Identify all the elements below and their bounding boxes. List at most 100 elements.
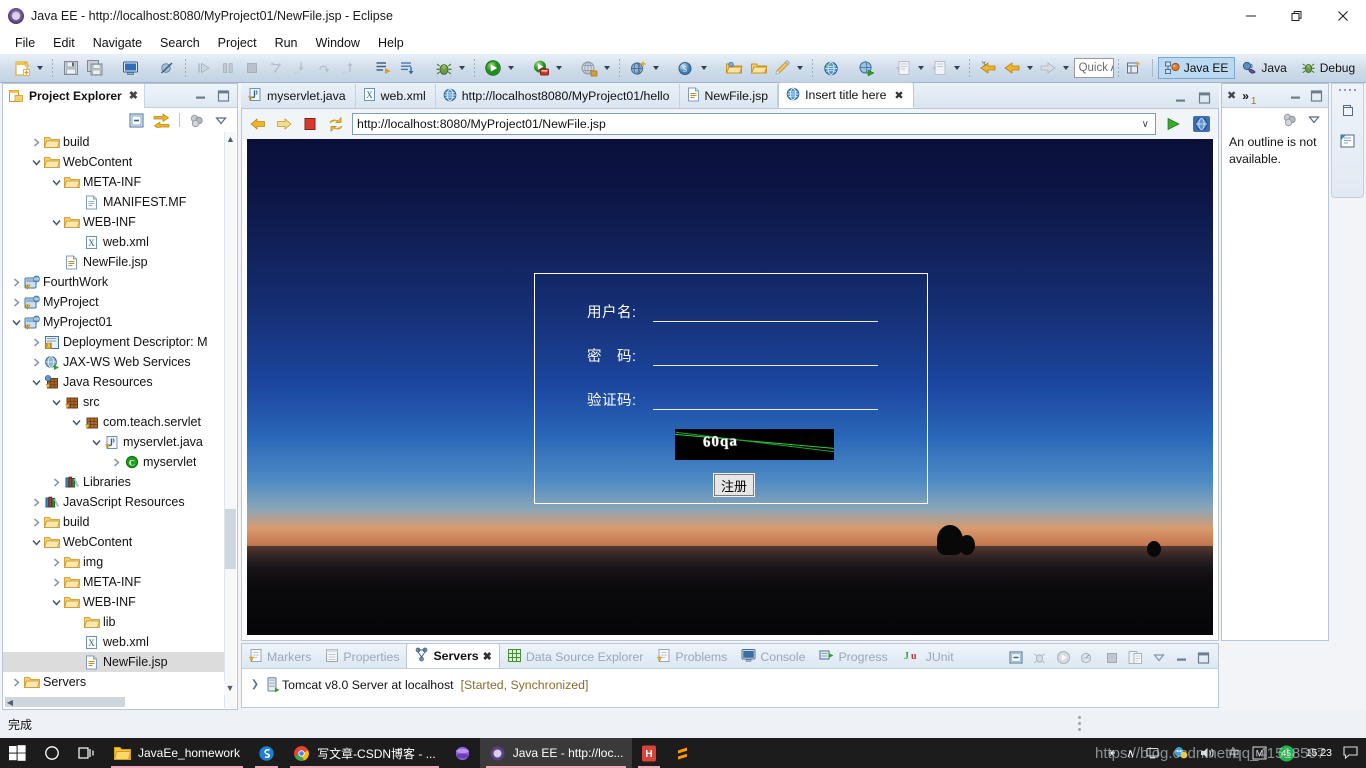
- tree-item[interactable]: Xweb.xml: [3, 232, 224, 252]
- menu-navigate[interactable]: Navigate: [84, 34, 151, 52]
- taskbar-clock[interactable]: 15:23: [1306, 747, 1332, 759]
- tree-item[interactable]: JAX-WS Web Services: [3, 352, 224, 372]
- twisty-collapsed-icon[interactable]: [52, 557, 61, 567]
- tree-item[interactable]: NewFile.jsp: [3, 252, 224, 272]
- bottom-panel-tab-close-icon[interactable]: ✖: [483, 650, 492, 663]
- outline-close-icon[interactable]: ✖: [1227, 89, 1236, 102]
- tree-twisty[interactable]: [49, 212, 63, 232]
- tree-twisty[interactable]: [9, 312, 23, 332]
- project-tree[interactable]: build WebContent META-INF MANIFEST.MF WEB-IN…: [3, 132, 224, 709]
- tree-twisty[interactable]: [29, 512, 43, 532]
- action-center-icon[interactable]: [1343, 746, 1358, 760]
- taskbar-item-purple-orb[interactable]: [445, 738, 480, 768]
- web-browser-icon[interactable]: [819, 57, 843, 80]
- minimize-button[interactable]: [1228, 0, 1274, 32]
- twisty-collapsed-icon[interactable]: [32, 337, 41, 347]
- open-type-icon[interactable]: [722, 57, 746, 80]
- twisty-collapsed-icon[interactable]: [52, 577, 61, 587]
- tree-twisty[interactable]: [49, 172, 63, 192]
- tree-item[interactable]: lib: [3, 612, 224, 632]
- back-arrow-icon[interactable]: [1000, 57, 1024, 80]
- bottom-panel-tab[interactable]: Markers: [242, 645, 318, 668]
- minimize-bottom-panel-icon[interactable]: [1175, 652, 1188, 663]
- maximize-view-icon[interactable]: [217, 89, 230, 102]
- outline-filters-icon[interactable]: [1282, 112, 1298, 127]
- bottom-panel-tab[interactable]: Console: [734, 645, 812, 668]
- network-icon[interactable]: [1146, 746, 1162, 760]
- editor-tab[interactable]: http://localhost8080/MyProject01/hello: [436, 84, 680, 108]
- twisty-expanded-icon[interactable]: [31, 378, 41, 387]
- browser-open-external-icon[interactable]: [1190, 113, 1212, 135]
- bottom-panel-tab[interactable]: Servers ✖: [406, 643, 500, 668]
- save-all-icon[interactable]: [83, 57, 107, 80]
- twisty-collapsed-icon[interactable]: [12, 677, 21, 687]
- publish-server-icon[interactable]: [1128, 650, 1143, 665]
- browser-back-icon[interactable]: [248, 113, 268, 135]
- browser-refresh-icon[interactable]: [326, 113, 346, 135]
- twisty-expanded-icon[interactable]: [51, 178, 61, 187]
- twisty-collapsed-icon[interactable]: [32, 357, 41, 367]
- taskbar-item-javaee-homework[interactable]: JavaEe_homework: [105, 738, 249, 768]
- menu-run[interactable]: Run: [266, 34, 307, 52]
- twisty-expanded-icon[interactable]: [51, 398, 61, 407]
- twisty-expanded-icon[interactable]: [11, 318, 21, 327]
- profile-server-icon[interactable]: [1080, 651, 1096, 665]
- pencil-dropdown-arrow[interactable]: [794, 57, 806, 80]
- tree-item[interactable]: JavaScript Resources: [3, 492, 224, 512]
- run-on-server-icon[interactable]: [529, 57, 553, 80]
- tree-twisty[interactable]: [29, 492, 43, 512]
- debug-dropdown-arrow[interactable]: [456, 57, 468, 80]
- new-wizard-dropdown-arrow[interactable]: [34, 57, 46, 80]
- people-icon[interactable]: ⚹: [1108, 747, 1115, 760]
- browser-forward-icon[interactable]: [274, 113, 294, 135]
- taskbar-item-eclipse[interactable]: Java EE - http://loc...: [479, 738, 633, 768]
- profile-icon[interactable]: [577, 57, 601, 80]
- twisty-expanded-icon[interactable]: [71, 418, 81, 427]
- server-row[interactable]: ❯ Tomcat v8.0 Server at localhost [Start…: [246, 675, 1214, 694]
- notification-badge-icon[interactable]: 45: [1278, 745, 1295, 762]
- open-console-icon[interactable]: [372, 57, 396, 80]
- twisty-collapsed-icon[interactable]: [12, 297, 21, 307]
- debug-icon[interactable]: [432, 57, 456, 80]
- minimize-outline-icon[interactable]: [1289, 90, 1302, 101]
- minimize-editor-icon[interactable]: [1174, 93, 1187, 104]
- tree-twisty[interactable]: [89, 432, 103, 452]
- stop-server-icon[interactable]: [1105, 651, 1119, 665]
- tree-twisty[interactable]: [9, 272, 23, 292]
- new-wizard-icon[interactable]: [10, 57, 34, 80]
- twisty-expanded-icon[interactable]: [31, 538, 41, 547]
- quick-access-input[interactable]: Quick Access: [1073, 58, 1114, 78]
- tree-twisty[interactable]: [49, 472, 63, 492]
- skip-breakpoints-icon[interactable]: [155, 57, 179, 80]
- run-dropdown-arrow[interactable]: [505, 57, 517, 80]
- new-server-dropdown-arrow[interactable]: [650, 57, 662, 80]
- tree-twisty[interactable]: [29, 332, 43, 352]
- search-dropdown-arrow[interactable]: [698, 57, 710, 80]
- tree-item[interactable]: ! myservlet.java: [3, 432, 224, 452]
- open-resource-icon[interactable]: [746, 57, 770, 80]
- pencil-icon[interactable]: [770, 57, 794, 80]
- twisty-expanded-icon[interactable]: [51, 218, 61, 227]
- menu-search[interactable]: Search: [151, 34, 209, 52]
- editor-tab[interactable]: ! myservlet.java: [241, 84, 356, 108]
- tree-item[interactable]: WebContent: [3, 532, 224, 552]
- tree-item[interactable]: img: [3, 552, 224, 572]
- tree-item[interactable]: ! FourthWork: [3, 272, 224, 292]
- menu-window[interactable]: Window: [307, 34, 369, 52]
- collapse-all-icon[interactable]: [129, 113, 144, 128]
- tree-twisty[interactable]: [29, 352, 43, 372]
- editor-tab[interactable]: Insert title here ✖: [778, 82, 914, 108]
- tree-item[interactable]: Java Resources: [3, 372, 224, 392]
- tree-item[interactable]: META-INF: [3, 172, 224, 192]
- keyboard-layout-icon[interactable]: M: [1252, 746, 1267, 760]
- menu-help[interactable]: Help: [369, 34, 413, 52]
- taskbar-item-sogou[interactable]: [249, 738, 284, 768]
- start-server-icon[interactable]: [1056, 650, 1071, 665]
- tree-item[interactable]: build: [3, 132, 224, 152]
- editor-tab-close-icon[interactable]: ✖: [894, 89, 903, 102]
- tree-item[interactable]: ! MyProject: [3, 292, 224, 312]
- password-input[interactable]: [653, 345, 878, 366]
- bottom-panel-tab[interactable]: Problems: [650, 645, 734, 668]
- maximize-bottom-panel-icon[interactable]: [1197, 651, 1210, 664]
- tree-twisty[interactable]: [29, 152, 43, 172]
